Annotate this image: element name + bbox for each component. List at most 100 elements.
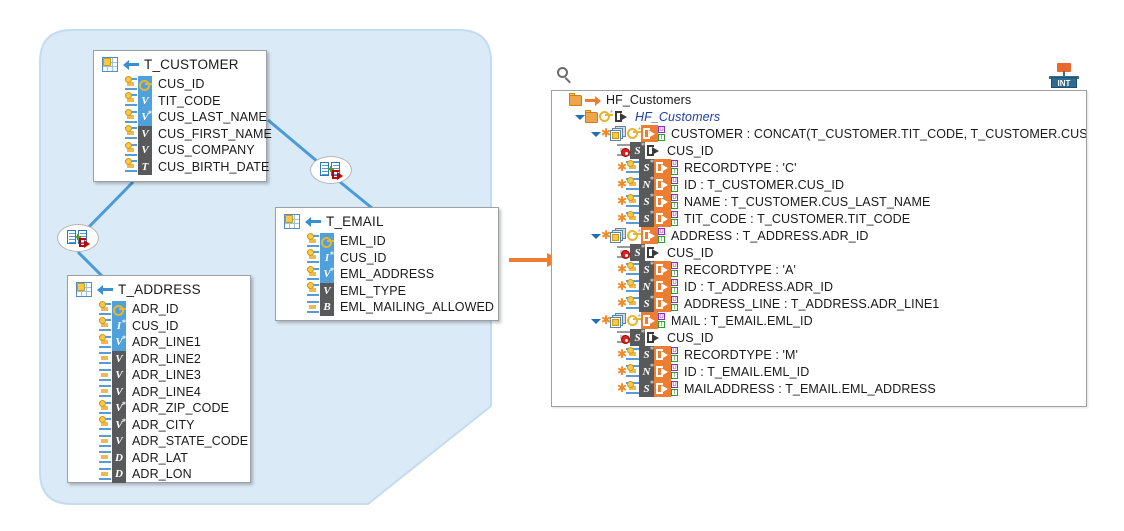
tree-row[interactable]: ✱ S * U I ADDRESS_LINE : T_ADDRESS.ADR_LINE1 xyxy=(552,294,1086,312)
table-header: T_EMAIL xyxy=(276,208,498,233)
table-column-row[interactable]: V ADR_STATE_CODE xyxy=(68,433,250,450)
tree-row[interactable]: S * CUS_ID xyxy=(552,141,1086,159)
output-orange-icon xyxy=(654,346,671,363)
column-type-badge: V * xyxy=(112,334,126,351)
chevron-down-icon[interactable] xyxy=(590,125,601,142)
unique-index-badge-icon: UI xyxy=(671,347,678,362)
table-column-row[interactable]: V ADR_LINE2 xyxy=(68,350,250,367)
star-marker-icon: ✱ xyxy=(617,160,628,174)
search-icon[interactable] xyxy=(557,67,573,84)
string-type-icon: S * xyxy=(639,158,654,176)
tree-row[interactable]: ✱ * U I MAIL : T_EMAIL.EML_ID xyxy=(552,312,1086,329)
table-column-row[interactable]: V CUS_FIRST_NAME xyxy=(94,125,272,142)
table-box-t-customer[interactable]: T_CUSTOMER CUS_ID V TIT_CODE V * CUS_LAST_NAM… xyxy=(93,50,272,182)
column-type-badge: V xyxy=(138,142,152,159)
column-type-badge: I * xyxy=(112,317,126,334)
table-column-row[interactable]: V * EML_ADDRESS xyxy=(276,265,498,283)
table-column-row[interactable]: D ADR_LON xyxy=(68,466,250,483)
tree-row[interactable]: ✱ S * U I NAME : T_CUSTOMER.CUS_LAST_NAME xyxy=(552,192,1086,210)
column-name: EML_TYPE xyxy=(340,283,407,298)
column-icon xyxy=(626,364,639,379)
column-icon xyxy=(626,211,639,226)
tree-row[interactable]: S * CUS_ID xyxy=(552,328,1086,346)
table-column-row[interactable]: D ADR_LAT xyxy=(68,449,250,466)
join-export-icon xyxy=(67,229,90,248)
table-column-row[interactable]: B EML_MAILING_ALLOWED xyxy=(276,299,498,316)
tree-row[interactable]: ✱ N * U I ID : T_ADDRESS.ADR_ID xyxy=(552,277,1086,295)
table-column-row[interactable]: EML_ID xyxy=(276,232,498,250)
tree-row-label: MAILADDRESS : T_EMAIL.EML_ADDRESS xyxy=(684,381,936,396)
tree-row[interactable]: ✱ S * U I RECORDTYPE : 'C' xyxy=(552,158,1086,176)
table-column-row[interactable]: I * CUS_ID xyxy=(276,249,498,266)
table-column-row[interactable]: V * ADR_LINE1 xyxy=(68,333,250,351)
column-name: ADR_ID xyxy=(132,302,179,317)
tree-row[interactable]: ✱ N * U I ID : T_CUSTOMER.CUS_ID xyxy=(552,175,1086,193)
chevron-down-icon[interactable] xyxy=(590,227,601,244)
join-export-icon xyxy=(320,161,343,180)
column-type-badge: V xyxy=(112,383,126,400)
tree-row[interactable]: ✱ S * U I MAILADDRESS : T_EMAIL.EML_ADDRESS xyxy=(552,379,1086,397)
table-column-row[interactable]: V * ADR_CITY xyxy=(68,416,250,433)
star-marker-icon: ✱ xyxy=(601,126,612,140)
table-column-row[interactable]: V EML_TYPE xyxy=(276,282,498,299)
star-marker-icon: ✱ xyxy=(617,177,628,191)
table-column-row[interactable]: T CUS_BIRTH_DATE xyxy=(94,158,270,175)
table-column-row[interactable]: I * CUS_ID xyxy=(68,317,250,334)
column-type-badge: V * xyxy=(320,266,334,283)
column-name: EML_MAILING_ALLOWED xyxy=(340,300,495,315)
column-icon xyxy=(124,108,138,125)
column-name: CUS_BIRTH_DATE xyxy=(158,159,270,174)
column-icon xyxy=(626,347,639,362)
tree-row[interactable]: ✱ * U I CUSTOMER : CONCAT(T_CUSTOMER.TIT_COD… xyxy=(552,125,1086,142)
column-icon xyxy=(98,467,112,482)
table-column-row[interactable]: V * ADR_ZIP_CODE xyxy=(68,399,250,417)
key-icon: * xyxy=(627,126,641,141)
column-name: ADR_CITY xyxy=(132,417,195,432)
column-icon xyxy=(98,450,112,465)
table-column-row[interactable]: ADR_ID xyxy=(68,300,250,318)
tree-row[interactable]: HF_Customers xyxy=(552,91,1086,108)
tree-row-label: RECORDTYPE : 'M' xyxy=(684,347,799,362)
column-icon xyxy=(124,141,138,158)
relationship-node-customer-address[interactable] xyxy=(57,224,99,252)
key-icon: * xyxy=(627,313,641,328)
table-column-row[interactable]: V ADR_LINE4 xyxy=(68,383,250,400)
integration-icon[interactable]: INT xyxy=(1049,63,1079,89)
table-column-row[interactable]: V * CUS_LAST_NAME xyxy=(94,108,267,126)
string-type-icon: S * xyxy=(630,141,645,159)
star-marker-icon: ✱ xyxy=(617,194,628,208)
table-box-t-address[interactable]: T_ADDRESS ADR_ID I * CUS_ID V * ADR_LINE1 V ADR_… xyxy=(67,275,251,483)
tree-row[interactable]: ✱ S * U I RECORDTYPE : 'M' xyxy=(552,345,1086,363)
chevron-down-icon[interactable] xyxy=(574,108,585,125)
relationship-node-customer-email[interactable] xyxy=(310,156,352,184)
tree-row-label: ID : T_ADDRESS.ADR_ID xyxy=(684,279,834,294)
chevron-down-icon[interactable] xyxy=(590,312,601,329)
table-column-row[interactable]: V TIT_CODE xyxy=(94,92,266,109)
string-type-icon: S * xyxy=(639,209,654,227)
table-column-row[interactable]: V CUS_COMPANY xyxy=(94,141,266,159)
column-name: CUS_LAST_NAME xyxy=(158,110,267,125)
column-name: TIT_CODE xyxy=(158,93,221,108)
tree-row[interactable]: * HF_Customers xyxy=(552,108,1086,125)
tree-row[interactable]: ✱ S * U I RECORDTYPE : 'A' xyxy=(552,260,1086,278)
star-marker-icon: ✱ xyxy=(601,313,612,327)
table-box-t-email[interactable]: T_EMAIL EML_ID I * CUS_ID V * EML_ADDRESS V EML_… xyxy=(275,207,499,321)
output-orange-icon xyxy=(654,210,671,227)
tree-row[interactable]: ✱ S * U I TIT_CODE : T_CUSTOMER.TIT_CODE xyxy=(552,209,1086,227)
column-icon xyxy=(124,92,138,108)
tree-view[interactable]: HF_Customers * HF_Customers ✱ * U I CUSTOMER : … xyxy=(551,90,1087,407)
tree-row[interactable]: S * CUS_ID xyxy=(552,243,1086,261)
tree-row[interactable]: ✱ N * U I ID : T_EMAIL.EML_ID xyxy=(552,362,1086,380)
table-column-row[interactable]: CUS_ID xyxy=(94,75,266,93)
tree-row[interactable]: ✱ * U I ADDRESS : T_ADDRESS.ADR_ID xyxy=(552,227,1086,244)
table-column-row[interactable]: V ADR_LINE3 xyxy=(68,367,250,384)
column-icon xyxy=(626,296,639,311)
column-icon xyxy=(98,434,112,449)
key-icon: * xyxy=(627,228,641,243)
numeric-type-icon: N * xyxy=(639,175,654,193)
